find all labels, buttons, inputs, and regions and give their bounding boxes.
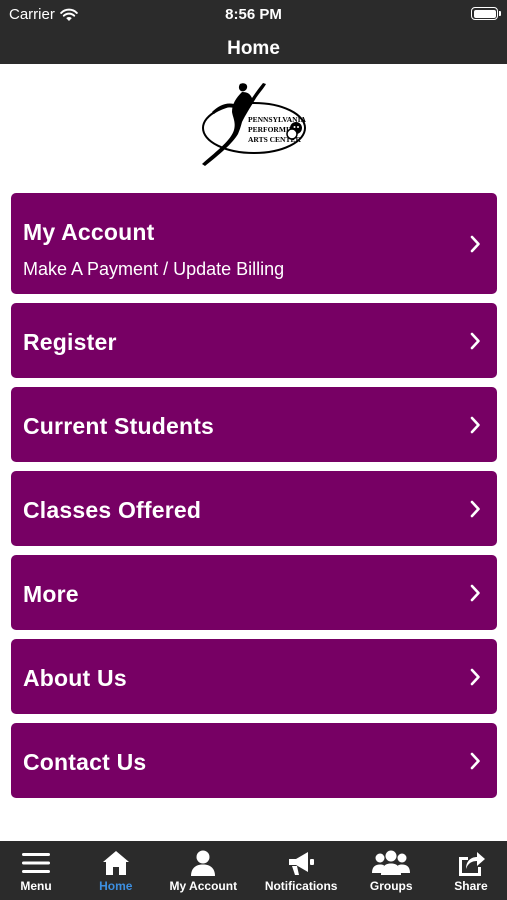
tab-label: Notifications (264, 879, 338, 893)
tab-groups[interactable]: Groups (365, 841, 417, 900)
page-title: Home (227, 38, 280, 59)
studio-logo: PENNSYLVANIA PERFORMING ARTS CENTER (202, 83, 307, 166)
tab-label: Share (454, 879, 488, 893)
button-title: About Us (23, 665, 127, 691)
button-subtitle: Make A Payment / Update Billing (23, 259, 285, 279)
button-title: More (23, 581, 79, 607)
button-title: Current Students (23, 413, 215, 439)
contact-us-button[interactable]: Contact Us (11, 723, 497, 798)
classes-offered-button[interactable]: Classes Offered (11, 471, 497, 546)
button-title: Classes Offered (23, 497, 202, 523)
tab-home[interactable]: Home (90, 841, 142, 900)
chevron-right-icon (470, 668, 480, 685)
about-us-button[interactable]: About Us (11, 639, 497, 714)
chevron-right-icon (470, 235, 480, 252)
status-time: 8:56 PM (225, 6, 282, 23)
tab-label: My Account (169, 879, 238, 893)
top-bar: Carrier 8:56 PM Home (0, 0, 507, 64)
tab-notifications[interactable]: Notifications (264, 841, 338, 900)
button-title: Register (23, 329, 117, 355)
chevron-right-icon (470, 752, 480, 769)
person-icon (191, 850, 216, 876)
tab-my-account[interactable]: My Account (169, 841, 238, 900)
chevron-right-icon (470, 332, 480, 349)
group-icon (372, 850, 411, 875)
register-button[interactable]: Register (11, 303, 497, 378)
button-title: Contact Us (23, 749, 147, 775)
chevron-right-icon (470, 584, 480, 601)
tab-label: Groups (369, 879, 413, 893)
button-title: My Account (23, 219, 155, 245)
tab-label: Home (99, 879, 133, 893)
tab-label: Menu (20, 879, 52, 893)
megaphone-icon (289, 852, 315, 875)
chevron-right-icon (470, 416, 480, 433)
home-icon (102, 851, 129, 875)
my-account-button[interactable]: My Account Make A Payment / Update Billi… (11, 193, 497, 294)
tab-menu[interactable]: Menu (10, 841, 62, 900)
chevron-right-icon (470, 500, 480, 517)
hamburger-icon (22, 853, 50, 873)
current-students-button[interactable]: Current Students (11, 387, 497, 462)
main-menu: My Account Make A Payment / Update Billi… (11, 193, 497, 807)
battery-icon (471, 7, 501, 20)
share-icon (458, 852, 485, 876)
tab-share[interactable]: Share (445, 841, 497, 900)
more-button[interactable]: More (11, 555, 497, 630)
tab-bar: Menu Home My Account Notifications Group… (0, 841, 507, 900)
status-bar: Carrier 8:56 PM (0, 0, 507, 30)
